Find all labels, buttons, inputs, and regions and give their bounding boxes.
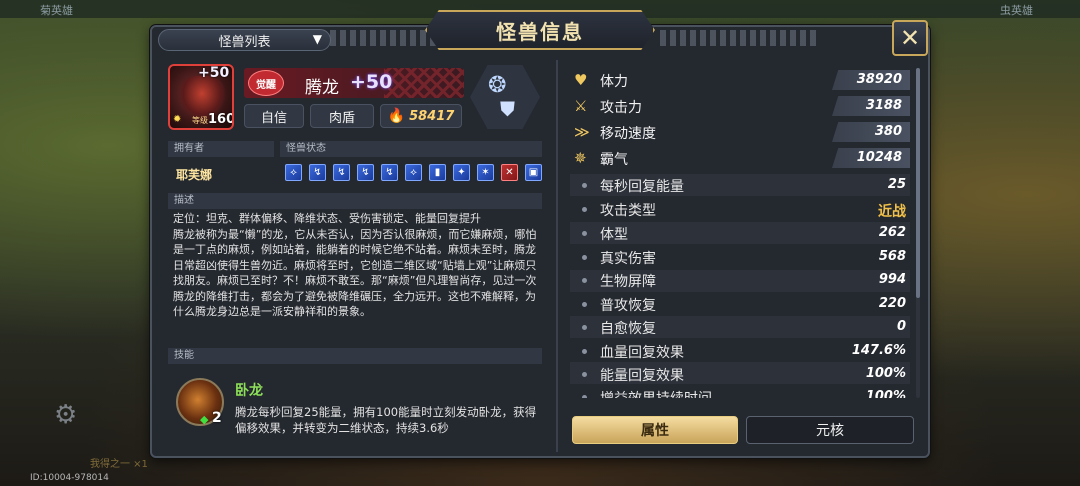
panel-divider <box>556 60 558 452</box>
monster-name: 腾龙 <box>305 78 339 98</box>
description-text: 定位：坦克、群体偏移、降维状态、受伤害锁定、能量回复提升 腾龙被称为最“懒”的龙… <box>173 212 537 318</box>
shield-icon: ⛊ <box>500 97 515 121</box>
skill-name: 卧龙 <box>235 383 263 399</box>
stat-bio-barrier: 生物屏障 994 <box>578 270 910 290</box>
monster-portrait[interactable]: +50 ✹ 等级 160 <box>168 64 234 130</box>
stat-value: 0 <box>896 319 906 334</box>
trait-tag-confident[interactable]: 自信 <box>244 104 304 128</box>
stat-label: 增益效果持续时间 <box>600 388 712 398</box>
bullet-icon <box>582 183 587 188</box>
stat-label: 体型 <box>600 227 628 243</box>
bullet-icon <box>582 231 587 236</box>
combat-power: 🔥 58417 <box>380 104 462 128</box>
state-buff-icon[interactable]: ✶ <box>477 164 494 181</box>
trait-tag-tank[interactable]: 肉盾 <box>310 104 374 128</box>
stat-value: 100% <box>865 389 906 398</box>
stat-true-damage: 真实伤害 568 <box>578 247 910 267</box>
state-buff-icon[interactable]: ✦ <box>453 164 470 181</box>
skill-level: 2 <box>212 410 222 426</box>
stat-label: 能量回复效果 <box>600 368 684 384</box>
state-icon-list: ⟡ ↯ ↯ ↯ ↯ ⟡ ▮ ✦ ✶ ✕ ▣ <box>285 164 542 181</box>
star-icon: ✹ <box>173 114 182 125</box>
state-debuff-icon[interactable]: ✕ <box>501 164 518 181</box>
gear-icon[interactable]: ⚙ <box>54 400 77 430</box>
rank-badge: 觉醒 <box>248 70 284 96</box>
page-title: 怪兽信息 <box>496 19 584 44</box>
owner-name: 耶芙娜 <box>176 168 213 182</box>
skill-heading: 技能 <box>168 348 542 364</box>
stat-body-size: 体型 262 <box>578 223 910 243</box>
stat-label: 自愈恢复 <box>600 321 656 337</box>
stat-buff-duration: 增益效果持续时间 100% <box>578 387 910 398</box>
state-buff-icon[interactable]: ↯ <box>333 164 350 181</box>
state-buff-icon[interactable]: ▮ <box>429 164 446 181</box>
state-buff-icon[interactable]: ⟡ <box>405 164 422 181</box>
stat-value: 近战 <box>878 204 906 220</box>
stat-value: 262 <box>878 225 906 240</box>
level-value: 160 <box>208 112 234 127</box>
stat-value: 25 <box>887 177 906 192</box>
stat-label: 生物屏障 <box>600 274 656 290</box>
bullet-icon <box>582 349 587 354</box>
background-bottom-text: 我得之一 ×1 <box>90 459 148 470</box>
scrollbar-thumb[interactable] <box>916 68 920 298</box>
bullet-icon <box>582 302 587 307</box>
state-buff-icon[interactable]: ↯ <box>309 164 326 181</box>
stat-hp-regen-effect: 血量回复效果 147.6% <box>578 341 910 361</box>
stat-label: 血量回复效果 <box>600 345 684 361</box>
skill-description: 腾龙每秒回复25能量，拥有100能量时立刻发动卧龙，获得偏移效果，并转变为二维状… <box>235 405 537 435</box>
skill-icon[interactable]: ◆ 2 <box>176 378 224 426</box>
title-decoration-right <box>660 30 820 46</box>
stat-value: 568 <box>878 249 906 264</box>
bullet-icon <box>582 278 587 283</box>
stat-label: 真实伤害 <box>600 251 656 267</box>
stat-energy-regen: 每秒回复能量 25 <box>578 175 910 195</box>
close-icon: ✕ <box>899 24 921 52</box>
stats-scrollbar[interactable] <box>916 68 920 398</box>
stat-value: 100% <box>865 366 906 381</box>
bullet-icon <box>582 325 587 330</box>
state-buff-icon[interactable]: ↯ <box>357 164 374 181</box>
wolf-icon: ❂ <box>488 73 507 98</box>
flame-icon: 🔥 <box>387 108 406 124</box>
sub-stat-list[interactable]: 每秒回复能量 25 攻击类型 近战 体型 262 真实伤害 568 生物屏障 9… <box>560 60 922 398</box>
state-buff-icon[interactable]: ↯ <box>381 164 398 181</box>
stat-label: 普攻恢复 <box>600 298 656 314</box>
tab-core[interactable]: 元核 <box>746 416 914 444</box>
tab-attributes[interactable]: 属性 <box>572 416 738 444</box>
bullet-icon <box>582 207 587 212</box>
state-buff-icon[interactable]: ⟡ <box>285 164 302 181</box>
skill-level-icon: ◆ <box>200 413 209 426</box>
state-buff-icon[interactable]: ▣ <box>525 164 542 181</box>
chevron-down-icon: ▼ <box>312 32 322 46</box>
level-label: 等级 <box>192 116 208 125</box>
stat-self-heal: 自愈恢复 0 <box>578 317 910 337</box>
background-left-tag: 菊英雄 <box>40 4 73 17</box>
portrait-plus-badge: +50 <box>198 65 230 81</box>
combat-power-value: 58417 <box>409 108 455 124</box>
stat-basic-attack-recovery: 普攻恢复 220 <box>578 294 910 314</box>
stat-value: 220 <box>878 296 906 311</box>
monster-list-dropdown[interactable]: 怪兽列表 ▼ <box>158 29 331 51</box>
bullet-icon <box>582 372 587 377</box>
owner-heading: 拥有者 <box>168 141 274 157</box>
stat-attack-type: 攻击类型 近战 <box>578 199 910 220</box>
player-id: ID:10004-978014 <box>30 473 109 483</box>
bullet-icon <box>582 395 587 398</box>
monster-plus-level: +50 <box>350 71 393 93</box>
stat-value: 994 <box>878 272 906 287</box>
stat-energy-regen-effect: 能量回复效果 100% <box>578 364 910 384</box>
name-bar-pattern <box>384 68 464 98</box>
stat-value: 147.6% <box>851 343 906 358</box>
description-heading: 描述 <box>168 193 542 209</box>
background-right-tag: 虫英雄 <box>1000 4 1033 17</box>
state-heading: 怪兽状态 <box>280 141 542 157</box>
title-banner: 怪兽信息 <box>425 10 655 50</box>
bullet-icon <box>582 255 587 260</box>
dropdown-label: 怪兽列表 <box>218 34 271 50</box>
stat-label: 攻击类型 <box>600 203 656 219</box>
stat-label: 每秒回复能量 <box>600 179 684 195</box>
close-button[interactable]: ✕ <box>892 20 928 56</box>
